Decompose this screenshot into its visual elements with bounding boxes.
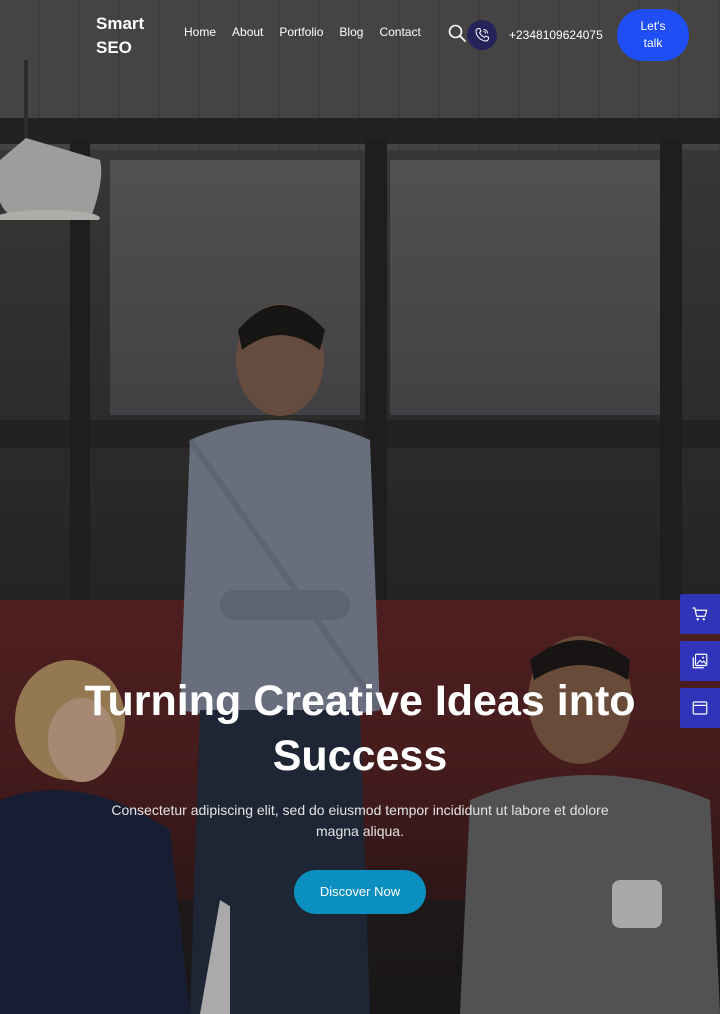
hero-background (0, 0, 720, 1014)
phone-icon (475, 27, 490, 42)
nav-home-link[interactable]: Home (184, 24, 216, 40)
gallery-icon (692, 653, 708, 669)
nav-about-link[interactable]: About (232, 24, 263, 40)
main-nav: Home About Portfolio Blog Contact (184, 24, 421, 40)
site-logo[interactable]: Smart SEO (96, 12, 166, 60)
phone-number[interactable]: +2348109624075 (509, 28, 603, 42)
nav-contact-link[interactable]: Contact (379, 24, 420, 40)
gallery-widget-button[interactable] (680, 641, 720, 681)
browser-widget-button[interactable] (680, 688, 720, 728)
hero-overlay (0, 0, 720, 1014)
nav-blog-link[interactable]: Blog (339, 24, 363, 40)
search-icon[interactable] (447, 23, 467, 43)
phone-button[interactable] (467, 20, 497, 50)
nav-portfolio-link[interactable]: Portfolio (279, 24, 323, 40)
cart-widget-button[interactable] (680, 594, 720, 634)
hero-subtitle: Consectetur adipiscing elit, sed do eius… (111, 802, 609, 839)
discover-now-button[interactable]: Discover Now (294, 870, 426, 914)
site-header: Smart SEO Home About Portfolio Blog Cont… (0, 0, 720, 70)
cart-icon (692, 607, 708, 621)
hero-title: Turning Creative Ideas into Success (84, 677, 636, 780)
browser-window-icon (692, 701, 708, 715)
lets-talk-button[interactable]: Let's talk (617, 9, 689, 61)
